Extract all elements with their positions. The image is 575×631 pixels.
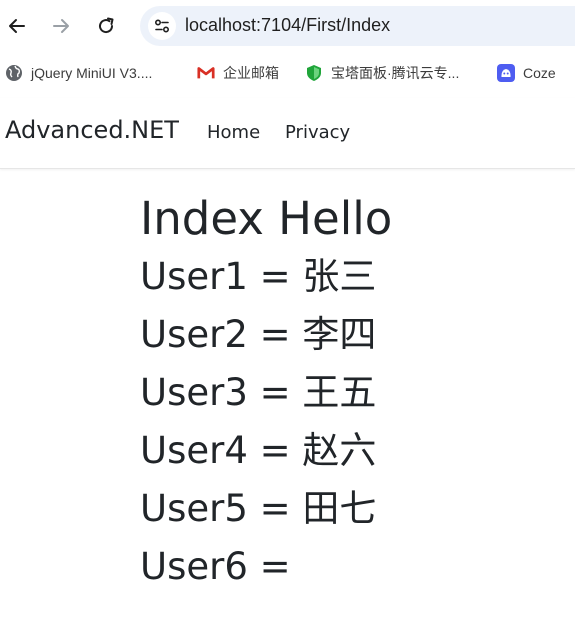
user-line: User6 = [140, 545, 291, 588]
bookmark-baota-panel[interactable]: 宝塔面板·腾讯云专... [305, 63, 459, 83]
site-navbar: Advanced.NET Home Privacy [0, 98, 575, 169]
bookmark-jquery-miniui[interactable]: jQuery MiniUI V3.... [5, 63, 152, 83]
nav-link-privacy[interactable]: Privacy [285, 122, 350, 143]
browser-toolbar: localhost:7104/First/Index [0, 0, 575, 52]
forward-button[interactable] [45, 10, 77, 42]
bookmark-label: 企业邮箱 [223, 65, 279, 81]
reload-icon [99, 17, 114, 34]
bookmark-coze[interactable]: Coze [497, 63, 556, 83]
shield-icon [305, 64, 323, 82]
page-heading: Index Hello [140, 192, 393, 245]
site-info-button[interactable] [148, 12, 176, 40]
nav-link-home[interactable]: Home [207, 122, 260, 143]
user-line: User1 = 张三 [140, 255, 377, 298]
reload-button[interactable] [90, 10, 122, 42]
bookmark-label: 宝塔面板·腾讯云专... [331, 65, 460, 81]
bookmarks-bar: jQuery MiniUI V3.... 企业邮箱 宝塔面板·腾讯云专... C… [0, 56, 575, 90]
mail-m-icon [197, 64, 215, 82]
user-line: User4 = 赵六 [140, 429, 377, 472]
main-content: Index Hello User1 = 张三 User2 = 李四 User3 … [140, 190, 570, 596]
site-info-icon [154, 19, 170, 33]
user-line: User2 = 李四 [140, 313, 377, 356]
user-line: User3 = 王五 [140, 371, 377, 414]
bookmark-label: Coze [523, 65, 556, 81]
forward-arrow-icon [53, 19, 69, 33]
coze-icon [497, 64, 515, 82]
navbar-brand[interactable]: Advanced.NET [5, 116, 179, 144]
back-arrow-icon [9, 19, 25, 33]
back-button[interactable] [1, 10, 33, 42]
user-line: User5 = 田七 [140, 487, 377, 530]
address-bar[interactable]: localhost:7104/First/Index [140, 6, 575, 46]
bookmark-enterprise-mail[interactable]: 企业邮箱 [197, 63, 279, 83]
url-text[interactable]: localhost:7104/First/Index [185, 15, 390, 36]
globe-icon [5, 64, 23, 82]
bookmark-label: jQuery MiniUI V3.... [31, 65, 153, 81]
